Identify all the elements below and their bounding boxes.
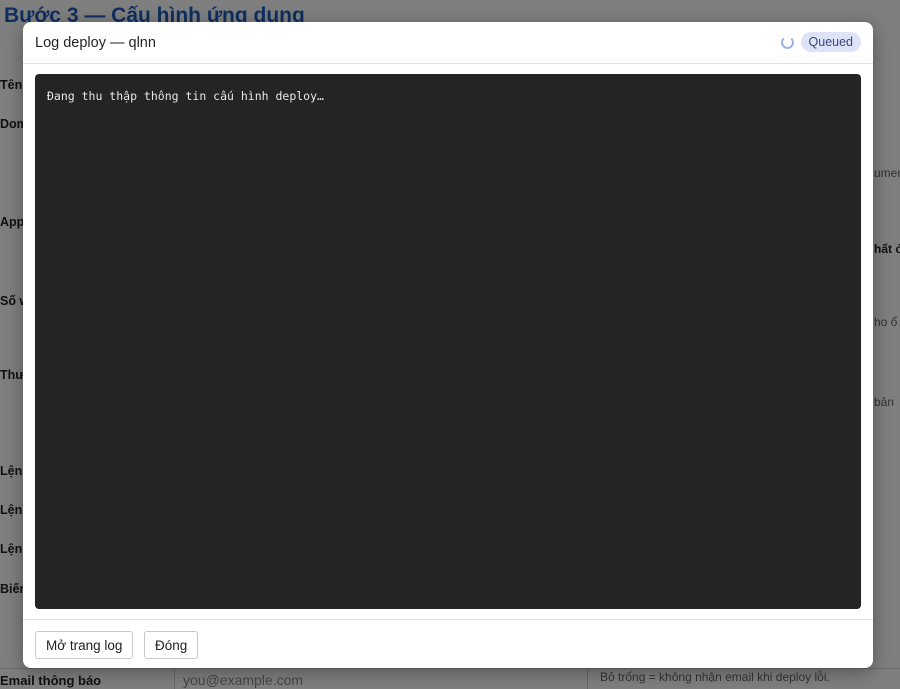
- modal-header: Log deploy — qlnn Queued: [23, 22, 873, 64]
- open-log-page-button[interactable]: Mở trang log: [35, 631, 134, 659]
- modal-footer: Mở trang log Đóng: [23, 619, 873, 668]
- log-line: Đang thu thập thông tin cấu hình deploy…: [47, 89, 324, 103]
- status-indicator: Queued: [780, 32, 861, 52]
- close-button[interactable]: Đóng: [144, 631, 199, 659]
- status-badge: Queued: [800, 32, 861, 52]
- deploy-log-modal: Log deploy — qlnn Queued Đang thu thập t…: [23, 22, 873, 668]
- modal-title: Log deploy — qlnn: [35, 35, 156, 51]
- log-output[interactable]: Đang thu thập thông tin cấu hình deploy…: [35, 74, 861, 609]
- loading-spinner-icon: [780, 35, 794, 49]
